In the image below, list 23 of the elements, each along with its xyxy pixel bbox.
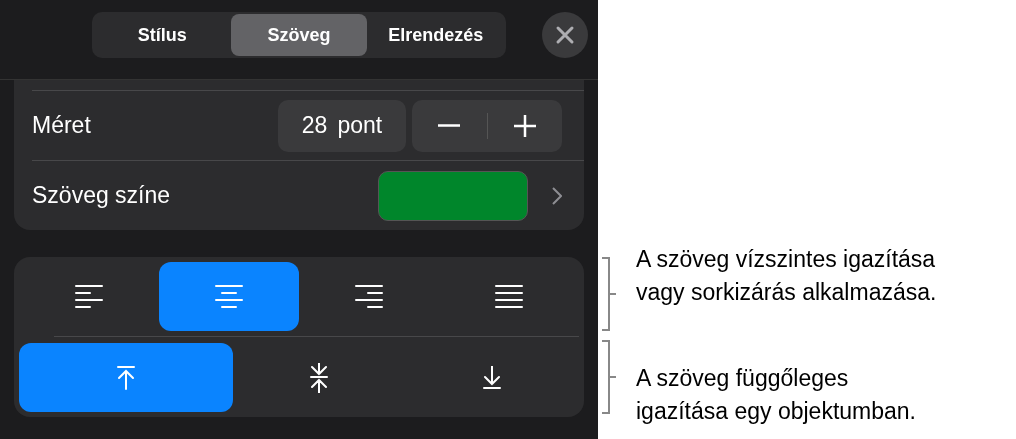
close-button[interactable] [542,12,588,58]
text-color-label: Szöveg színe [32,181,172,211]
align-bottom-icon [482,365,503,390]
chevron-icon [552,186,562,205]
tab[interactable]: Szöveg [230,14,368,56]
align-right-icon [355,284,383,309]
tab[interactable]: Stílus [94,14,231,56]
plus-icon [513,114,536,137]
color-swatch[interactable] [378,170,528,221]
tab[interactable]: Elrendezés [367,14,504,56]
align-top-icon [115,364,136,391]
align-justify-icon [495,284,523,309]
align-left-icon [75,284,103,309]
size-value-field[interactable]: 28 pont [278,99,406,152]
align-top-button[interactable] [19,343,233,412]
minus-icon [438,124,461,127]
align-center-button[interactable] [159,262,299,331]
align-middle-icon [309,362,330,393]
callout-text: A szöveg függőleges igazítása egy objektumban. [636,364,916,427]
callout-text: A szöveg vízszintes igazítása vagy sorkizárás alkalmazása. [636,245,937,308]
size-label: Méret [32,111,92,141]
close-icon [555,25,575,45]
align-center-icon [215,284,243,309]
